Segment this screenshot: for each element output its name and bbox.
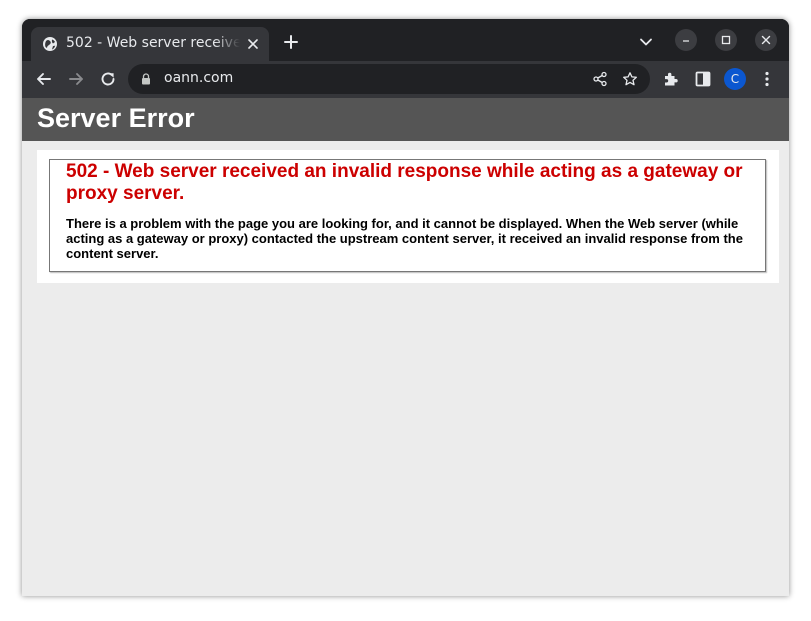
share-icon[interactable] [592, 71, 608, 87]
globe-icon [43, 37, 57, 51]
tab-title: 502 - Web server received an invalid res… [66, 35, 240, 51]
chevron-down-icon[interactable] [639, 35, 653, 49]
close-icon [761, 35, 771, 45]
minimize-icon [683, 40, 689, 42]
lock-icon[interactable] [141, 73, 151, 85]
new-tab-icon[interactable] [283, 34, 299, 50]
content-panel: 502 - Web server received an invalid res… [37, 150, 779, 283]
url-text: oann.com [164, 70, 234, 86]
page-header: Server Error [22, 98, 789, 141]
tab-strip: 502 - Web server received an invalid res… [22, 19, 789, 61]
page-content: Server Error 502 - Web server received a… [22, 98, 789, 596]
browser-toolbar: oann.com C [22, 61, 789, 98]
browser-window: 502 - Web server received an invalid res… [22, 19, 789, 596]
page-title: Server Error [37, 103, 195, 133]
maximize-button[interactable] [715, 29, 737, 51]
more-menu-icon[interactable] [758, 70, 776, 88]
error-title: 502 - Web server received an invalid res… [66, 161, 743, 204]
address-bar[interactable]: oann.com [128, 64, 650, 94]
error-description: There is a problem with the page you are… [66, 216, 743, 261]
maximize-icon [721, 35, 731, 45]
forward-arrow-icon[interactable] [67, 70, 85, 88]
back-arrow-icon[interactable] [35, 70, 53, 88]
reload-icon[interactable] [99, 70, 117, 88]
bookmark-star-icon[interactable] [622, 71, 638, 87]
close-tab-icon[interactable] [246, 37, 260, 51]
profile-avatar[interactable]: C [724, 68, 746, 90]
side-panel-icon[interactable] [694, 70, 712, 88]
extensions-puzzle-icon[interactable] [662, 70, 680, 88]
close-window-button[interactable] [755, 29, 777, 51]
active-tab[interactable]: 502 - Web server received an invalid res… [31, 27, 269, 61]
error-box: 502 - Web server received an invalid res… [49, 159, 766, 272]
minimize-button[interactable] [675, 29, 697, 51]
